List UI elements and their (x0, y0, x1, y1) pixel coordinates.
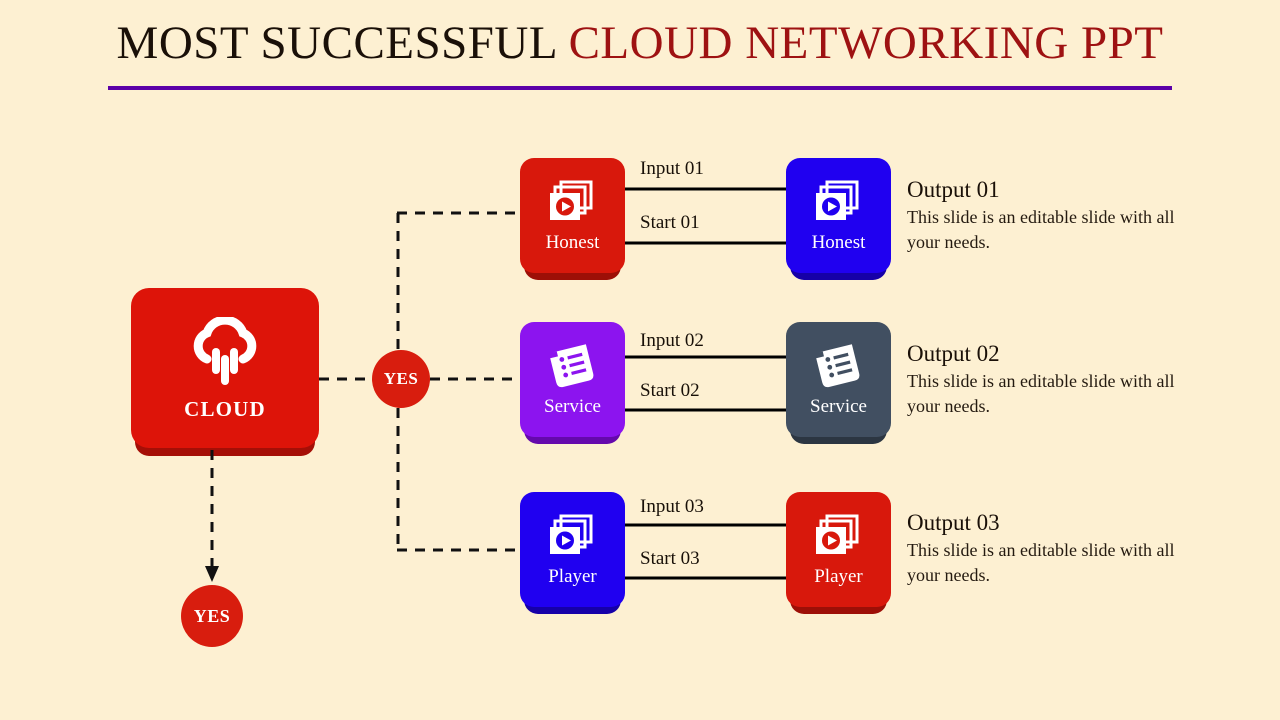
title-underline-rule (108, 86, 1172, 90)
row2-output-title: Output 02 (907, 341, 1000, 366)
row2-right-label: Service (810, 395, 867, 417)
row1-edge-bottom-label: Start 01 (640, 212, 700, 233)
node-shadow (524, 264, 621, 280)
row1-output-description: This slide is an editable slide with all… (907, 206, 1175, 252)
node-shadow (524, 428, 621, 444)
row2-output-description: This slide is an editable slide with all… (907, 370, 1175, 416)
row1-output-block: Output 01 This slide is an editable slid… (907, 177, 1187, 255)
yes-branch-badge[interactable]: YES (372, 350, 430, 408)
row2-edge-bottom-label: Start 02 (640, 380, 700, 401)
yes-bottom-badge[interactable]: YES (181, 585, 243, 647)
video-stack-icon (813, 180, 865, 226)
row1-right-label: Honest (811, 231, 866, 253)
row3-output-block: Output 03 This slide is an editable slid… (907, 510, 1187, 588)
slide-canvas: MOST SUCCESSFUL CLOUD NETWORKING PPT CLO… (0, 0, 1280, 720)
row3-mid-node[interactable]: Player (520, 492, 625, 614)
node-shadow (135, 438, 315, 456)
node-shadow (790, 264, 887, 280)
page-title-primary: MOST SUCCESSFUL (116, 17, 569, 69)
row2-output-block: Output 02 This slide is an editable slid… (907, 341, 1187, 419)
cloud-rain-icon (182, 315, 268, 387)
row2-edge-top-label: Input 02 (640, 330, 704, 351)
video-stack-icon (813, 514, 865, 560)
node-shadow (524, 598, 621, 614)
node-shadow (790, 598, 887, 614)
page-title: MOST SUCCESSFUL CLOUD NETWORKING PPT (0, 16, 1280, 70)
row1-mid-label: Honest (545, 231, 600, 253)
row2-right-node[interactable]: Service (786, 322, 891, 444)
row3-edge-bottom-label: Start 03 (640, 548, 700, 569)
row1-output-title: Output 01 (907, 177, 1000, 202)
row2-mid-label: Service (544, 395, 601, 417)
document-list-icon (545, 343, 601, 390)
row3-output-title: Output 03 (907, 510, 1000, 535)
video-stack-icon (547, 514, 599, 560)
row3-output-description: This slide is an editable slide with all… (907, 539, 1175, 585)
video-stack-icon (547, 180, 599, 226)
row1-right-node[interactable]: Honest (786, 158, 891, 280)
yes-bottom-label: YES (193, 605, 231, 626)
document-list-icon (811, 343, 867, 390)
row3-mid-label: Player (548, 565, 597, 587)
row3-right-label: Player (814, 565, 863, 587)
cloud-source-label: CLOUD (184, 396, 266, 421)
row2-mid-node[interactable]: Service (520, 322, 625, 444)
row1-mid-node[interactable]: Honest (520, 158, 625, 280)
row3-edge-top-label: Input 03 (640, 496, 704, 517)
row1-edge-top-label: Input 01 (640, 158, 704, 179)
yes-branch-label: YES (383, 369, 419, 388)
page-title-accent: CLOUD NETWORKING PPT (568, 17, 1164, 69)
row3-right-node[interactable]: Player (786, 492, 891, 614)
node-shadow (790, 428, 887, 444)
cloud-source-node[interactable]: CLOUD (131, 288, 319, 456)
